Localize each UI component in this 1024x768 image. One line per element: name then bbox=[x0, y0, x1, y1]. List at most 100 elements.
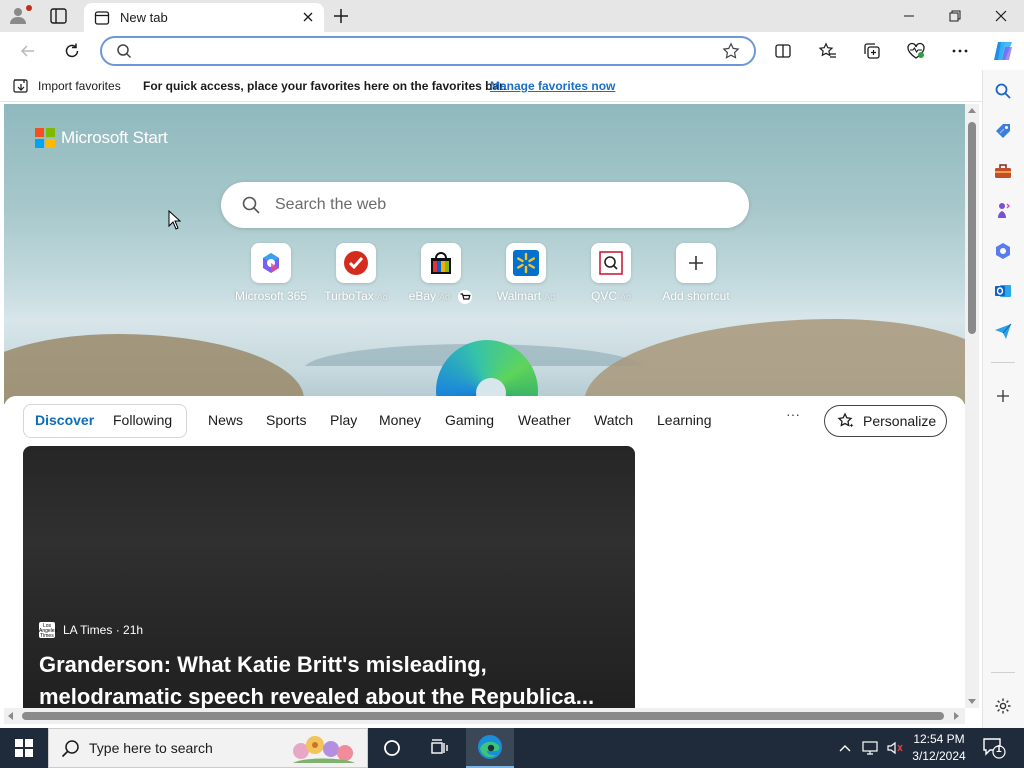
settings-and-more-button[interactable] bbox=[949, 40, 971, 62]
taskbar-edge-button[interactable] bbox=[466, 728, 514, 768]
tab-news[interactable]: News bbox=[208, 412, 243, 428]
news-source-label: LA Times · 21h bbox=[63, 623, 144, 637]
shortcut-microsoft-365[interactable]: Microsoft 365 bbox=[227, 243, 315, 303]
tab-new-tab[interactable]: New tab bbox=[84, 3, 324, 32]
shortcut-turbotax[interactable]: TurboTax Ad bbox=[312, 243, 400, 303]
collections-button[interactable] bbox=[861, 40, 883, 62]
search-icon bbox=[117, 44, 132, 59]
close-window-button[interactable] bbox=[978, 0, 1024, 32]
import-favorites-button[interactable]: Import favorites bbox=[12, 78, 121, 94]
sidebar-games-button[interactable] bbox=[992, 200, 1014, 222]
personalize-button[interactable]: Personalize bbox=[824, 405, 947, 437]
vertical-scrollbar[interactable] bbox=[965, 104, 979, 708]
scroll-right-arrow-icon[interactable] bbox=[954, 712, 959, 720]
new-tab-page-icon bbox=[94, 11, 110, 25]
task-view-button[interactable] bbox=[416, 728, 464, 768]
sidebar-drop-button[interactable] bbox=[992, 320, 1014, 342]
vertical-scroll-thumb[interactable] bbox=[968, 122, 976, 334]
taskbar-search-input[interactable] bbox=[89, 740, 289, 756]
copilot-button[interactable] bbox=[990, 38, 1016, 64]
system-clock[interactable]: 12:54 PM 3/12/2024 bbox=[906, 731, 972, 765]
shopping-cart-icon bbox=[458, 289, 473, 304]
tab-following[interactable]: Following bbox=[113, 412, 172, 428]
scroll-up-arrow-icon[interactable] bbox=[968, 108, 976, 113]
back-button[interactable] bbox=[17, 40, 39, 62]
plus-icon bbox=[334, 9, 348, 23]
microsoft-start-brand[interactable]: Microsoft Start bbox=[35, 128, 168, 148]
turbotax-icon bbox=[344, 251, 368, 275]
la-times-logo-text: Los Angeles Times bbox=[39, 623, 58, 639]
background-hill-left bbox=[4, 334, 304, 404]
volume-muted-icon[interactable] bbox=[886, 740, 904, 756]
chess-piece-icon bbox=[998, 203, 1010, 218]
tab-watch[interactable]: Watch bbox=[594, 412, 633, 428]
shortcut-tile bbox=[676, 243, 716, 283]
tab-gaming[interactable]: Gaming bbox=[445, 412, 494, 428]
favorites-button[interactable] bbox=[817, 40, 839, 62]
favorite-star-icon[interactable] bbox=[722, 42, 740, 60]
tab-actions-button[interactable] bbox=[48, 6, 72, 26]
manage-favorites-link[interactable]: Manage favorites now bbox=[490, 79, 615, 93]
tab-money[interactable]: Money bbox=[379, 412, 421, 428]
refresh-button[interactable] bbox=[61, 40, 83, 62]
shortcut-ebay[interactable]: eBay Ad bbox=[397, 243, 485, 304]
minimize-button[interactable] bbox=[886, 0, 932, 32]
shortcut-add[interactable]: Add shortcut bbox=[652, 243, 740, 303]
restore-icon bbox=[949, 10, 961, 22]
la-times-logo: Los Angeles Times bbox=[39, 622, 58, 639]
plus-icon bbox=[997, 390, 1009, 402]
task-view-icon bbox=[431, 739, 448, 754]
toolbox-icon bbox=[995, 164, 1011, 178]
split-screen-button[interactable] bbox=[772, 40, 794, 62]
start-button[interactable] bbox=[0, 728, 48, 768]
split-screen-icon bbox=[775, 44, 791, 58]
tab-weather[interactable]: Weather bbox=[518, 412, 571, 428]
paper-plane-icon bbox=[995, 323, 1012, 339]
title-bar: New tab bbox=[0, 0, 1024, 32]
refresh-icon bbox=[65, 43, 79, 58]
network-icon[interactable] bbox=[862, 740, 880, 756]
news-headline[interactable]: Granderson: What Katie Britt's misleadin… bbox=[39, 649, 619, 708]
mouse-cursor-icon bbox=[168, 210, 182, 230]
brand-name: Microsoft Start bbox=[61, 128, 168, 147]
shortcut-label: Add shortcut bbox=[662, 289, 730, 303]
tab-discover[interactable]: Discover bbox=[35, 412, 94, 428]
notification-center-button[interactable]: 1 bbox=[982, 736, 1006, 763]
shortcut-label: QVC bbox=[590, 289, 617, 303]
sidebar-search-button[interactable] bbox=[992, 80, 1014, 102]
sidebar-settings-button[interactable] bbox=[992, 695, 1014, 717]
taskbar-search-box[interactable] bbox=[48, 728, 368, 768]
tab-close-icon[interactable] bbox=[300, 9, 316, 25]
shortcut-walmart[interactable]: Walmart Ad bbox=[482, 243, 570, 303]
tab-sports[interactable]: Sports bbox=[266, 412, 306, 428]
address-bar[interactable] bbox=[100, 36, 756, 66]
qvc-icon bbox=[599, 251, 623, 275]
shortcut-qvc[interactable]: QVC Ad bbox=[567, 243, 655, 303]
profile-button[interactable] bbox=[8, 5, 34, 27]
address-input[interactable] bbox=[138, 42, 708, 60]
web-search-input[interactable] bbox=[275, 195, 715, 215]
ad-badge: Ad bbox=[439, 292, 451, 302]
sidebar-microsoft-365-button[interactable] bbox=[992, 240, 1014, 262]
chevron-up-icon[interactable] bbox=[838, 742, 852, 754]
sidebar-outlook-button[interactable] bbox=[992, 280, 1014, 302]
cortana-button[interactable] bbox=[368, 728, 416, 768]
sidebar-shopping-button[interactable] bbox=[992, 120, 1014, 142]
horizontal-scrollbar[interactable] bbox=[4, 708, 965, 724]
more-tabs-button[interactable]: ··· bbox=[786, 406, 800, 422]
scroll-down-arrow-icon[interactable] bbox=[968, 699, 976, 704]
tab-learning[interactable]: Learning bbox=[657, 412, 712, 428]
browser-essentials-button[interactable] bbox=[905, 40, 927, 62]
news-card[interactable]: Los Angeles Times LA Times · 21h Grander… bbox=[23, 446, 635, 708]
gear-icon bbox=[995, 698, 1011, 714]
favorites-icon bbox=[819, 42, 836, 58]
sidebar-tools-button[interactable] bbox=[992, 160, 1014, 182]
horizontal-scroll-thumb[interactable] bbox=[22, 712, 944, 720]
tab-play[interactable]: Play bbox=[330, 412, 357, 428]
new-tab-button[interactable] bbox=[330, 5, 352, 27]
scroll-left-arrow-icon[interactable] bbox=[8, 712, 13, 720]
shortcut-tile bbox=[251, 243, 291, 283]
restore-button[interactable] bbox=[932, 0, 978, 32]
sidebar-add-button[interactable] bbox=[992, 385, 1014, 407]
web-search-box[interactable] bbox=[221, 182, 749, 228]
